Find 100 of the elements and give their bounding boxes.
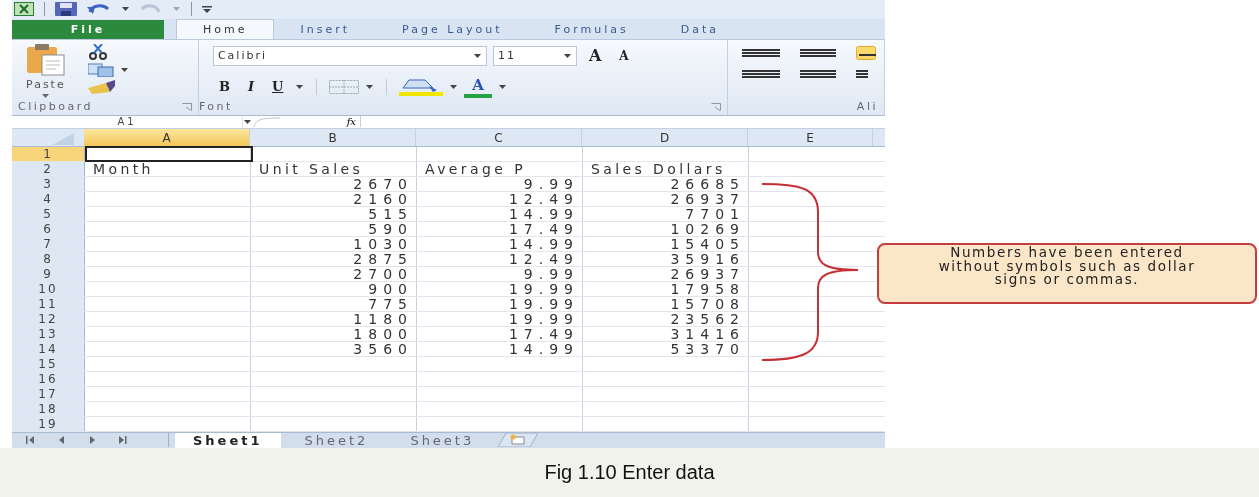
font-color-button[interactable]: A: [464, 75, 492, 98]
callout-note: Numbers have been entered without symbols such as dollar signs or commas.: [877, 243, 1257, 304]
row-header[interactable]: 15: [12, 356, 85, 371]
name-box[interactable]: A1: [12, 115, 243, 128]
caret-icon[interactable]: [243, 118, 252, 125]
align-middle-icon[interactable]: [800, 48, 836, 57]
caret-icon[interactable]: [121, 6, 130, 13]
row-header[interactable]: 2: [12, 161, 85, 176]
table-cell: 23562: [670, 311, 745, 326]
align-bottom-icon[interactable]: [856, 45, 876, 60]
row-header[interactable]: 10: [12, 281, 85, 296]
caret-icon[interactable]: [119, 66, 129, 73]
align-right-icon[interactable]: [856, 69, 868, 80]
selected-cell[interactable]: [85, 145, 253, 162]
row-header[interactable]: 19: [12, 416, 85, 431]
sheet-tab[interactable]: Sheet3: [392, 432, 493, 448]
table-cell: 9.99: [523, 176, 579, 191]
row-header[interactable]: 8: [12, 251, 85, 266]
next-sheet-icon[interactable]: [88, 436, 96, 445]
table-cell: 9.99: [523, 266, 579, 281]
table-cell: 15708: [670, 296, 745, 311]
table-cell: 2700: [353, 266, 413, 281]
row-header[interactable]: 7: [12, 236, 85, 251]
undo-icon[interactable]: [87, 3, 111, 16]
table-cell: 1030: [353, 236, 413, 251]
sheet-tab[interactable]: Sheet1: [175, 432, 281, 448]
table-cell: 31416: [670, 326, 745, 341]
row-header[interactable]: 5: [12, 206, 85, 221]
caret-icon[interactable]: [562, 52, 572, 59]
fill-color-icon[interactable]: [399, 77, 444, 96]
ribbon-tab[interactable]: Home: [176, 18, 275, 39]
file-tab[interactable]: File: [12, 19, 164, 39]
save-icon[interactable]: [55, 2, 77, 17]
table-cell: Sales Dollars: [591, 161, 726, 176]
shrink-font-button[interactable]: A: [613, 48, 635, 63]
caret-icon[interactable]: [498, 83, 507, 90]
table-cell: 12.49: [508, 191, 579, 206]
format-painter-icon[interactable]: [87, 79, 116, 94]
table-cell: 775: [368, 296, 413, 311]
align-top-icon[interactable]: [742, 48, 780, 57]
cut-icon[interactable]: [87, 43, 108, 60]
ribbon-tab[interactable]: Insert: [274, 19, 377, 39]
table-cell: 900: [368, 281, 413, 296]
column-header[interactable]: B: [250, 128, 416, 146]
table-cell: 17.49: [508, 221, 579, 236]
paste-button[interactable]: Paste: [18, 43, 74, 99]
table-cell: 2875: [353, 251, 413, 266]
row-header[interactable]: 17: [12, 386, 85, 401]
ribbon-tab[interactable]: Data: [654, 19, 746, 39]
clipboard-icon: [26, 43, 65, 76]
table-cell: 3560: [353, 341, 413, 356]
ribbon-tab[interactable]: Formulas: [528, 19, 655, 39]
table-cell: 590: [368, 221, 413, 236]
table-cell: 14.99: [508, 206, 579, 221]
customize-caret-icon[interactable]: [202, 5, 212, 13]
caret-icon[interactable]: [365, 83, 375, 90]
row-header[interactable]: 16: [12, 371, 85, 386]
table-cell: 53370: [670, 341, 745, 356]
insert-function-button[interactable]: fx: [342, 116, 360, 128]
figure-caption: Fig 1.10 Enter data: [544, 461, 715, 484]
table-cell: Average P: [425, 161, 526, 176]
row-header[interactable]: 13: [12, 326, 85, 341]
align-center-icon[interactable]: [800, 69, 836, 80]
underline-button[interactable]: U: [266, 79, 290, 95]
sheet-tab[interactable]: Sheet2: [286, 432, 387, 448]
caret-icon[interactable]: [472, 52, 482, 59]
row-header[interactable]: 18: [12, 401, 85, 416]
row-header[interactable]: 3: [12, 176, 85, 191]
bold-button[interactable]: B: [212, 79, 236, 95]
table-cell: Unit Sales: [259, 161, 364, 176]
column-header[interactable]: C: [416, 128, 582, 146]
table-cell: 2160: [353, 191, 413, 206]
row-header[interactable]: 9: [12, 266, 85, 281]
last-sheet-icon[interactable]: [118, 436, 128, 445]
ribbon-tab[interactable]: Page Layout: [376, 19, 529, 39]
grow-font-button[interactable]: A: [582, 46, 608, 66]
table-cell: 26937: [670, 191, 745, 206]
first-sheet-icon[interactable]: [26, 436, 36, 445]
previous-sheet-icon[interactable]: [58, 436, 66, 445]
table-cell: 14.99: [508, 341, 579, 356]
column-header[interactable]: D: [582, 128, 748, 146]
column-header[interactable]: E: [748, 128, 873, 146]
font-name-dropdown[interactable]: Calibri: [212, 45, 487, 66]
table-cell: Month: [93, 161, 154, 176]
align-left-icon[interactable]: [742, 69, 780, 80]
font-size-dropdown[interactable]: 11: [492, 45, 577, 66]
caret-icon[interactable]: [295, 83, 305, 90]
row-header[interactable]: 6: [12, 221, 85, 236]
italic-button[interactable]: I: [241, 79, 260, 95]
table-cell: 2670: [353, 176, 413, 191]
table-cell: 515: [368, 206, 413, 221]
table-cell: 15405: [670, 236, 745, 251]
table-cell: 17.49: [508, 326, 579, 341]
group-label: Font: [198, 100, 233, 114]
caret-icon[interactable]: [449, 83, 459, 90]
row-header[interactable]: 4: [12, 191, 85, 206]
table-cell: 1180: [353, 311, 413, 326]
row-header[interactable]: 12: [12, 311, 85, 326]
row-header[interactable]: 14: [12, 341, 85, 356]
row-header[interactable]: 11: [12, 296, 85, 311]
